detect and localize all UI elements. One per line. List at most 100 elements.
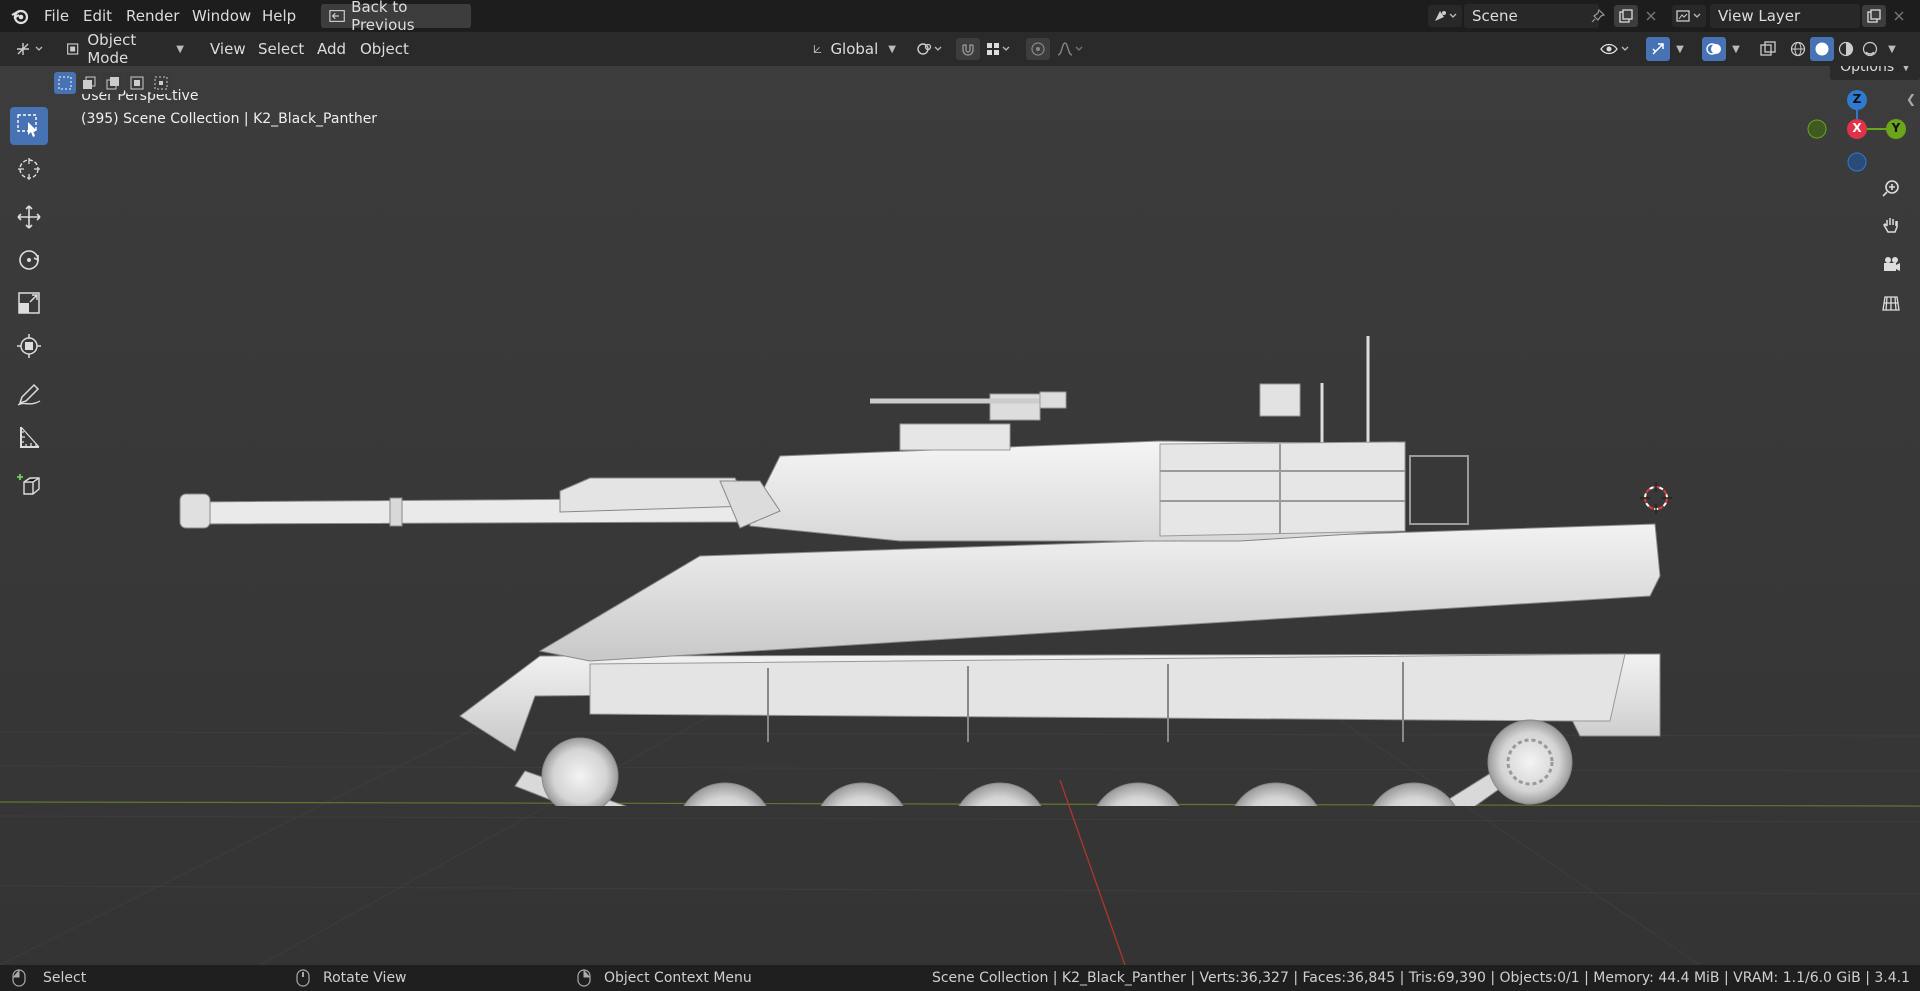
- chevron-down-icon: ▼: [1902, 66, 1910, 73]
- view-layer-name-field[interactable]: View Layer: [1710, 4, 1860, 28]
- chevron-down-icon: ▼: [888, 43, 896, 55]
- view-layer-browse-button[interactable]: [1672, 5, 1706, 27]
- wireframe-shading-button[interactable]: [1786, 37, 1810, 61]
- back-to-previous-label: Back to Previous: [351, 0, 415, 34]
- chevron-down-icon: ▼: [1732, 43, 1740, 55]
- camera-view-button[interactable]: [1876, 249, 1906, 279]
- proportional-icon: [1031, 42, 1045, 56]
- proportional-falloff-button[interactable]: [1054, 38, 1088, 60]
- select-new-button[interactable]: [54, 72, 76, 94]
- hand-icon: [1883, 218, 1898, 233]
- proportional-edit-toggle[interactable]: [1026, 38, 1050, 60]
- select-subtract-button[interactable]: [102, 72, 124, 94]
- measure-tool[interactable]: [10, 418, 48, 456]
- sidebar-toggle-icon[interactable]: ❮: [1906, 92, 1920, 108]
- select-cursor-icon: [17, 114, 37, 137]
- view-layer-name-label: View Layer: [1718, 7, 1801, 25]
- grid-snap-icon: [987, 43, 1010, 55]
- pin-icon[interactable]: [1588, 6, 1608, 26]
- transform-tool[interactable]: [10, 327, 48, 365]
- scene-name-field[interactable]: Scene: [1464, 4, 1599, 28]
- status-select-hint: Select: [43, 970, 87, 986]
- new-scene-button[interactable]: [1614, 5, 1638, 27]
- chevron-down-icon: ▼: [1888, 43, 1896, 55]
- select-extend-button[interactable]: [78, 72, 100, 94]
- overlays-icon: [1706, 43, 1721, 55]
- rotate-tool[interactable]: [10, 241, 48, 279]
- mouse-right-icon: [577, 969, 591, 987]
- snap-target-button[interactable]: [984, 38, 1014, 60]
- scene-icon: [1435, 11, 1457, 21]
- delete-scene-button[interactable]: [1640, 5, 1662, 27]
- menu-help[interactable]: Help: [256, 6, 302, 26]
- pencil-icon: [17, 383, 41, 406]
- solid-shading-button[interactable]: [1810, 37, 1834, 61]
- gizmo-x-label: X: [1852, 121, 1862, 135]
- options-dropdown[interactable]: Options ▼: [1830, 66, 1920, 80]
- delete-view-layer-button[interactable]: [1888, 5, 1910, 27]
- new-view-layer-button[interactable]: [1862, 5, 1886, 27]
- menu-file[interactable]: File: [38, 6, 75, 26]
- menu-view[interactable]: View: [204, 39, 252, 59]
- shading-dropdown[interactable]: ▼: [1884, 38, 1900, 60]
- select-intersect-button[interactable]: [150, 72, 172, 94]
- menu-select[interactable]: Select: [252, 39, 310, 59]
- select-intersect-icon: [154, 76, 168, 90]
- zoom-icon: [1882, 180, 1899, 197]
- camera-icon: [1884, 257, 1900, 271]
- overlays-dropdown[interactable]: ▼: [1728, 38, 1744, 60]
- rendered-sphere-icon: [1862, 41, 1878, 57]
- 3d-viewport[interactable]: User Perspective (395) Scene Collection …: [0, 66, 1920, 965]
- options-label: Options: [1840, 66, 1895, 75]
- magnet-icon: [962, 44, 974, 56]
- rendered-shading-button[interactable]: [1858, 37, 1882, 61]
- scale-tool[interactable]: [10, 284, 48, 322]
- ortho-toggle-button[interactable]: [1876, 288, 1906, 318]
- gizmo-dropdown[interactable]: ▼: [1672, 38, 1688, 60]
- neg-y-axis-handle: [1807, 119, 1827, 139]
- blender-logo-icon[interactable]: [8, 5, 32, 27]
- xray-toggle[interactable]: [1756, 37, 1780, 61]
- annotate-tool[interactable]: [10, 375, 48, 413]
- falloff-curve-icon: [1057, 42, 1083, 56]
- select-invert-icon: [130, 76, 144, 90]
- road-wheels: [683, 782, 1456, 806]
- select-box-tool[interactable]: [10, 107, 48, 145]
- eye-icon: [1600, 43, 1629, 55]
- object-mode-dropdown[interactable]: Object Mode ▼: [58, 31, 192, 67]
- menu-object[interactable]: Object: [354, 39, 415, 59]
- gizmo-toggle[interactable]: [1646, 37, 1670, 61]
- menu-add[interactable]: Add: [311, 39, 352, 59]
- snap-toggle[interactable]: [956, 38, 980, 60]
- cursor-tool[interactable]: [10, 150, 48, 188]
- menu-edit[interactable]: Edit: [77, 6, 118, 26]
- close-icon: [1646, 11, 1656, 21]
- visibility-button[interactable]: [1598, 38, 1632, 60]
- pan-view-button[interactable]: [1876, 211, 1906, 241]
- chevron-down-icon: ▼: [1676, 43, 1684, 55]
- scene-browse-button[interactable]: [1428, 5, 1462, 27]
- select-invert-button[interactable]: [126, 72, 148, 94]
- cursor-crosshair-icon: [18, 158, 40, 180]
- editor-type-button[interactable]: [12, 38, 50, 60]
- menu-window[interactable]: Window: [186, 6, 257, 26]
- add-cube-icon: [17, 474, 40, 495]
- material-preview-button[interactable]: [1834, 37, 1858, 61]
- pivot-icon: [917, 43, 942, 55]
- add-cube-tool[interactable]: [10, 466, 48, 504]
- xray-icon: [1760, 41, 1776, 56]
- select-extend-icon: [83, 76, 96, 89]
- gizmo-z-label: Z: [1852, 92, 1862, 106]
- menu-render[interactable]: Render: [120, 6, 185, 26]
- neg-z-axis-handle: [1847, 152, 1867, 172]
- pivot-point-button[interactable]: [914, 38, 946, 60]
- status-bar: Select Rotate View Object Context Menu S…: [0, 965, 1920, 991]
- viewport-header: Object Mode ▼ View Select Add Object Glo…: [0, 31, 1920, 67]
- top-menubar: File Edit Render Window Help Back to Pre…: [0, 0, 1920, 34]
- zoom-view-button[interactable]: [1876, 174, 1906, 204]
- tank-model[interactable]: [160, 266, 1680, 806]
- back-to-previous-button[interactable]: Back to Previous: [321, 0, 471, 34]
- overlays-toggle[interactable]: [1702, 37, 1726, 61]
- move-tool[interactable]: [10, 198, 48, 236]
- transform-orientation-dropdown[interactable]: Global ▼: [804, 37, 904, 61]
